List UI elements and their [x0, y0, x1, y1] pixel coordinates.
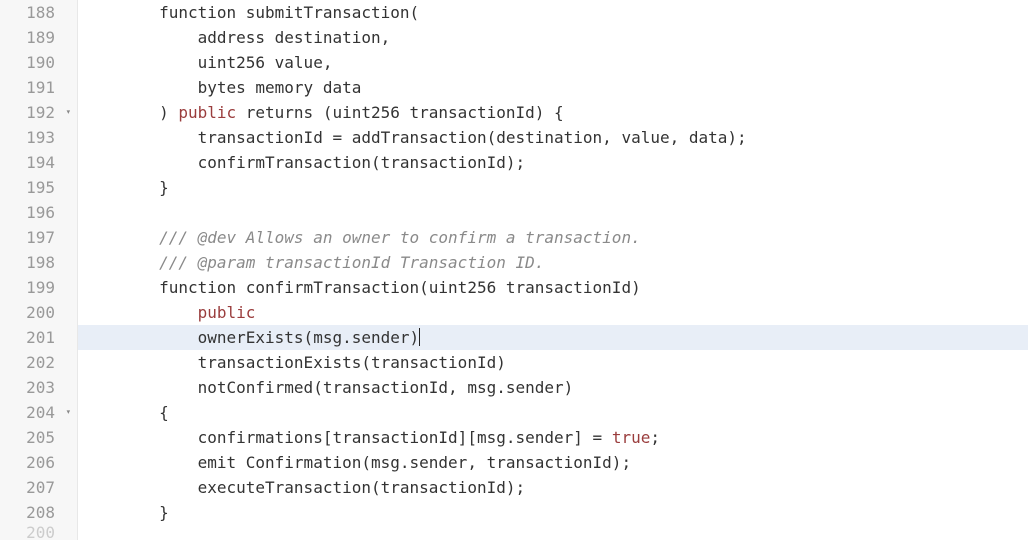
- code-line[interactable]: bytes memory data: [78, 75, 1028, 100]
- code-line[interactable]: uint256 value,: [78, 50, 1028, 75]
- line-number[interactable]: 205: [0, 425, 77, 450]
- line-number[interactable]: 196: [0, 200, 77, 225]
- code-editor[interactable]: 188189190191192▾193194195196197198199200…: [0, 0, 1028, 540]
- code-line[interactable]: confirmations[transactionId][msg.sender]…: [78, 425, 1028, 450]
- code-token: transactionId = addTransaction(destinati…: [82, 128, 747, 147]
- line-number[interactable]: 204▾: [0, 400, 77, 425]
- code-token: bytes memory data: [82, 78, 361, 97]
- code-token: function submitTransaction(: [82, 3, 419, 22]
- code-line[interactable]: notConfirmed(transactionId, msg.sender): [78, 375, 1028, 400]
- code-token: address destination,: [82, 28, 390, 47]
- code-line[interactable]: executeTransaction(transactionId);: [78, 475, 1028, 500]
- line-number[interactable]: 202: [0, 350, 77, 375]
- line-number[interactable]: 200: [0, 300, 77, 325]
- line-number[interactable]: 199: [0, 275, 77, 300]
- line-number[interactable]: 194: [0, 150, 77, 175]
- code-token: executeTransaction(transactionId);: [82, 478, 525, 497]
- code-line[interactable]: public: [78, 300, 1028, 325]
- code-line[interactable]: [78, 200, 1028, 225]
- code-token: transactionExists(transactionId): [82, 353, 506, 372]
- code-line[interactable]: function submitTransaction(: [78, 0, 1028, 25]
- line-number[interactable]: 188: [0, 0, 77, 25]
- code-token: public: [198, 303, 256, 322]
- code-line[interactable]: }: [78, 175, 1028, 200]
- code-token: [82, 303, 198, 322]
- code-line[interactable]: confirmTransaction(transactionId);: [78, 150, 1028, 175]
- code-token: public: [178, 103, 236, 122]
- line-number-gutter[interactable]: 188189190191192▾193194195196197198199200…: [0, 0, 78, 540]
- line-number[interactable]: 198: [0, 250, 77, 275]
- line-number[interactable]: 207: [0, 475, 77, 500]
- code-token: }: [82, 503, 169, 522]
- code-token: /// @param transactionId Transaction ID.: [159, 253, 544, 272]
- code-token: ;: [650, 428, 660, 447]
- fold-toggle-icon[interactable]: ▾: [66, 400, 71, 425]
- text-cursor: [419, 328, 420, 346]
- code-token: [82, 253, 159, 272]
- line-number[interactable]: 201: [0, 325, 77, 350]
- code-token: confirmations[transactionId][msg.sender]…: [82, 428, 612, 447]
- code-token: }: [82, 178, 169, 197]
- line-number[interactable]: 195: [0, 175, 77, 200]
- code-token: confirmTransaction(transactionId);: [82, 153, 525, 172]
- code-token: emit Confirmation(msg.sender, transactio…: [82, 453, 631, 472]
- code-token: function confirmTransaction(uint256 tran…: [82, 278, 641, 297]
- code-line[interactable]: }: [78, 500, 1028, 525]
- code-line[interactable]: function confirmTransaction(uint256 tran…: [78, 275, 1028, 300]
- line-number-partial: 200: [26, 525, 55, 540]
- code-token: uint256 value,: [82, 53, 332, 72]
- line-number[interactable]: 192▾: [0, 100, 77, 125]
- code-line[interactable]: emit Confirmation(msg.sender, transactio…: [78, 450, 1028, 475]
- code-line[interactable]: /// @param transactionId Transaction ID.: [78, 250, 1028, 275]
- line-number[interactable]: 197: [0, 225, 77, 250]
- code-line[interactable]: transactionId = addTransaction(destinati…: [78, 125, 1028, 150]
- line-number[interactable]: 190: [0, 50, 77, 75]
- code-token: {: [82, 403, 169, 422]
- line-number[interactable]: 200: [0, 525, 77, 540]
- line-number[interactable]: 189: [0, 25, 77, 50]
- code-token: ownerExists(msg.sender): [82, 328, 419, 347]
- code-token: true: [612, 428, 651, 447]
- code-token: ): [82, 103, 178, 122]
- code-token: /// @dev Allows an owner to confirm a tr…: [159, 228, 641, 247]
- code-token: notConfirmed(transactionId, msg.sender): [82, 378, 573, 397]
- line-number[interactable]: 191: [0, 75, 77, 100]
- code-area[interactable]: function submitTransaction( address dest…: [78, 0, 1028, 540]
- line-number[interactable]: 193: [0, 125, 77, 150]
- code-line[interactable]: transactionExists(transactionId): [78, 350, 1028, 375]
- line-number[interactable]: 203: [0, 375, 77, 400]
- fold-toggle-icon[interactable]: ▾: [66, 100, 71, 125]
- line-number[interactable]: 206: [0, 450, 77, 475]
- code-line[interactable]: ) public returns (uint256 transactionId)…: [78, 100, 1028, 125]
- code-line[interactable]: ownerExists(msg.sender): [78, 325, 1028, 350]
- code-line[interactable]: address destination,: [78, 25, 1028, 50]
- code-token: returns (uint256 transactionId) {: [236, 103, 564, 122]
- line-number[interactable]: 208: [0, 500, 77, 525]
- code-token: [82, 228, 159, 247]
- code-line[interactable]: /// @dev Allows an owner to confirm a tr…: [78, 225, 1028, 250]
- code-line[interactable]: {: [78, 400, 1028, 425]
